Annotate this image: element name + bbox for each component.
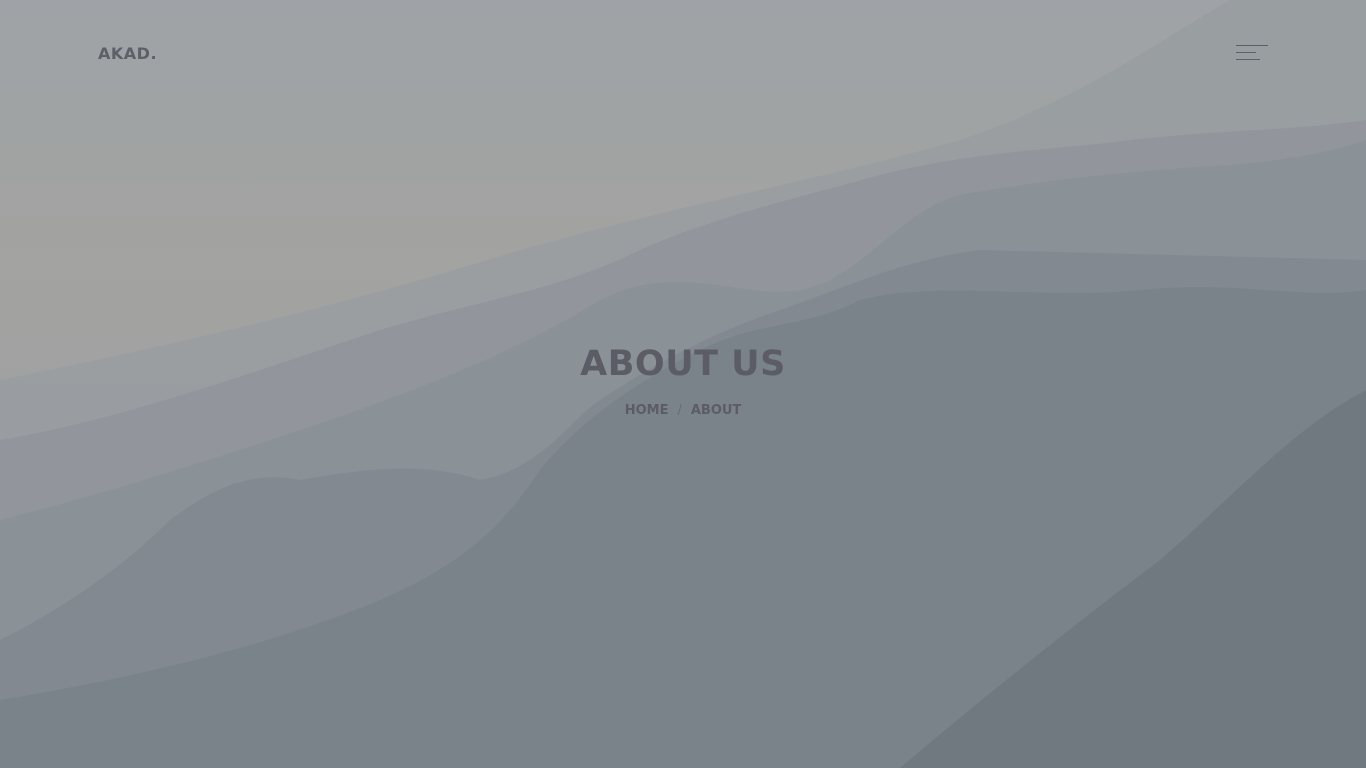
menu-line-middle bbox=[1236, 52, 1256, 53]
hero-section: AKAD. ABOUT US HOME / ABOUT bbox=[0, 0, 1366, 768]
breadcrumb-home-link[interactable]: HOME bbox=[625, 403, 669, 418]
menu-line-bottom bbox=[1236, 59, 1260, 60]
page-title: ABOUT US bbox=[580, 344, 786, 384]
menu-line-top bbox=[1236, 45, 1268, 46]
site-logo[interactable]: AKAD. bbox=[98, 44, 157, 63]
breadcrumb: HOME / ABOUT bbox=[0, 403, 1366, 418]
breadcrumb-current: ABOUT bbox=[690, 403, 742, 418]
breadcrumb-separator: / bbox=[677, 403, 682, 418]
mountain-background-image bbox=[0, 0, 1366, 768]
hamburger-menu-icon[interactable] bbox=[1236, 43, 1270, 63]
